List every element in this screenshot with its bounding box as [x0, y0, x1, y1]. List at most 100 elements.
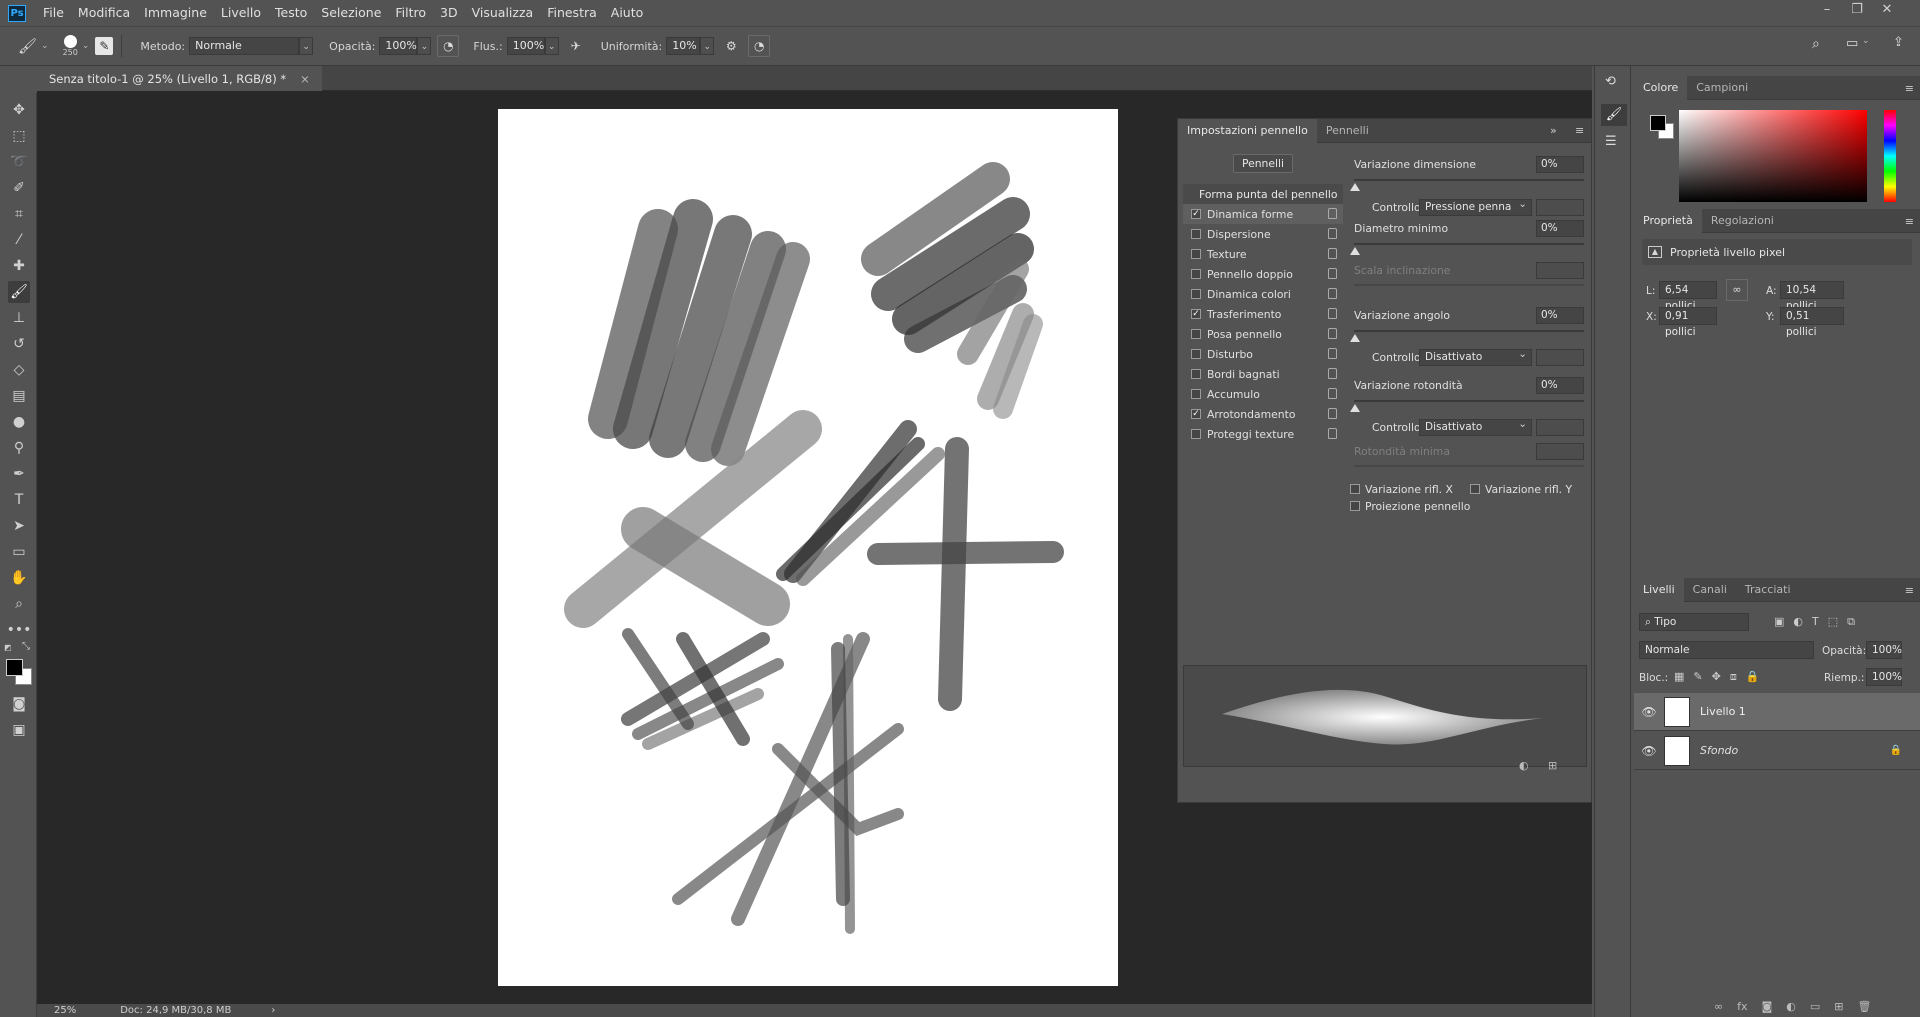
adjustment-layer-icon[interactable]: ◐ [1786, 1000, 1796, 1013]
menu-filtro[interactable]: Filtro [388, 0, 433, 26]
hue-slider[interactable] [1884, 110, 1896, 202]
minimize-icon[interactable]: – [1813, 0, 1841, 20]
group-icon[interactable]: ▭ [1810, 1000, 1820, 1013]
lock-icon[interactable] [1328, 328, 1337, 339]
list-item[interactable]: ✓ Trasferimento [1183, 304, 1343, 324]
lock-icon[interactable] [1328, 428, 1337, 439]
layer-name[interactable]: Sfondo [1700, 744, 1738, 757]
document-canvas[interactable] [498, 109, 1118, 986]
var-dim-input[interactable]: 0% [1536, 156, 1584, 173]
lock-artboard-icon[interactable]: ⧈ [1730, 670, 1737, 684]
menu-immagine[interactable]: Immagine [137, 0, 214, 26]
list-item[interactable]: Dinamica colori [1183, 284, 1343, 304]
slider-handle[interactable] [1350, 247, 1360, 255]
lasso-tool-icon[interactable]: ➰ [8, 151, 30, 173]
metodo-select[interactable]: Normale [189, 37, 300, 55]
tab-canali[interactable]: Canali [1684, 578, 1736, 602]
menu-file[interactable]: File [36, 0, 71, 26]
var-rot-slider[interactable] [1354, 400, 1584, 402]
add-mask-icon[interactable]: ◙ [1762, 1000, 1773, 1013]
flusso-input[interactable]: 100% [506, 37, 545, 55]
controllo-select[interactable]: Disattivato [1419, 417, 1532, 436]
brush-tool-icon[interactable]: 🖌 [18, 37, 37, 55]
opacity-input[interactable]: 100% [1866, 641, 1902, 659]
checkbox[interactable] [1191, 249, 1201, 259]
tab-tracciati[interactable]: Tracciati [1736, 578, 1800, 602]
blur-tool-icon[interactable]: ● [8, 411, 30, 433]
lock-all-icon[interactable]: 🔒 [1746, 670, 1760, 684]
status-arrow-icon[interactable]: › [271, 1005, 275, 1016]
list-item[interactable]: ✓ Arrotondamento [1183, 404, 1343, 424]
lock-icon[interactable] [1328, 388, 1337, 399]
crop-tool-icon[interactable]: ⌗ [8, 203, 30, 225]
eye-icon[interactable]: 👁 [1634, 705, 1664, 719]
more-tools-icon[interactable]: ••• [7, 619, 32, 641]
rifl-x-checkbox[interactable] [1350, 484, 1360, 494]
controllo-select[interactable]: Pressione penna [1419, 197, 1532, 216]
rifl-y-checkbox[interactable] [1470, 484, 1480, 494]
lock-pixels-icon[interactable]: ✎ [1693, 670, 1702, 684]
eyedropper-tool-icon[interactable]: ⁄ [8, 229, 30, 251]
image-filter-icon[interactable]: ▣ [1774, 615, 1784, 629]
path-selection-tool-icon[interactable]: ➤ [8, 515, 30, 537]
tab-livelli[interactable]: Livelli [1634, 577, 1684, 602]
checkbox[interactable] [1191, 369, 1201, 379]
proiezione-checkbox[interactable] [1350, 501, 1360, 511]
type-filter-icon[interactable]: T [1812, 615, 1819, 629]
collapse-icon[interactable]: » [1550, 124, 1557, 137]
controllo-select[interactable]: Disattivato [1419, 347, 1532, 366]
list-item[interactable]: Texture [1183, 244, 1343, 264]
quick-selection-tool-icon[interactable]: ✐ [8, 177, 30, 199]
list-item[interactable]: Bordi bagnati [1183, 364, 1343, 384]
chevron-down-icon[interactable]: ⌄ [544, 37, 559, 55]
brush-panel-toggle-icon[interactable]: ✎ [95, 37, 114, 55]
tab-campioni[interactable]: Campioni [1687, 76, 1757, 100]
list-item[interactable]: Proteggi texture [1183, 424, 1343, 444]
eye-icon[interactable]: 👁 [1634, 744, 1664, 758]
link-icon[interactable]: ∞ [1726, 279, 1748, 301]
stamp-tool-icon[interactable]: ⊥ [8, 307, 30, 329]
lock-icon[interactable] [1328, 308, 1337, 319]
list-item[interactable]: Accumulo [1183, 384, 1343, 404]
list-item[interactable]: Posa pennello [1183, 324, 1343, 344]
menu-3d[interactable]: 3D [433, 0, 465, 26]
panel-menu-icon[interactable]: ≡ [1575, 124, 1584, 137]
uniformita-input[interactable]: 10% [666, 37, 701, 55]
tab-impostazioni-pennello[interactable]: Impostazioni pennello [1178, 118, 1317, 143]
slider-handle[interactable] [1350, 334, 1360, 342]
marquee-tool-icon[interactable]: ⬚ [8, 125, 30, 147]
healing-brush-tool-icon[interactable]: ✚ [8, 255, 30, 277]
checkbox[interactable] [1191, 389, 1201, 399]
gear-icon[interactable]: ⚙ [720, 35, 742, 57]
checkbox[interactable]: ✓ [1191, 309, 1201, 319]
lock-transparent-icon[interactable]: ▦ [1674, 670, 1684, 684]
smart-filter-icon[interactable]: ⧉ [1847, 615, 1855, 629]
shape-filter-icon[interactable]: ⬚ [1828, 615, 1838, 629]
menu-visualizza[interactable]: Visualizza [465, 0, 541, 26]
panel-menu-icon[interactable]: ≡ [1905, 215, 1914, 228]
trash-icon[interactable]: 🗑 [1857, 1000, 1871, 1013]
tab-regolazioni[interactable]: Regolazioni [1702, 209, 1783, 233]
brush-settings-icon[interactable]: 🖌 [1601, 104, 1627, 126]
dodge-tool-icon[interactable]: ⚲ [8, 437, 30, 459]
chevron-down-icon[interactable]: ⌄ [299, 37, 314, 55]
checkbox[interactable] [1191, 329, 1201, 339]
var-rot-input[interactable]: 0% [1536, 377, 1584, 394]
checkbox[interactable] [1191, 429, 1201, 439]
pennelli-button[interactable]: Pennelli [1233, 154, 1293, 173]
var-dim-slider[interactable] [1354, 179, 1584, 181]
lock-icon[interactable] [1328, 408, 1337, 419]
adjustment-filter-icon[interactable]: ◐ [1793, 615, 1803, 629]
fx-icon[interactable]: fx [1737, 1000, 1747, 1013]
history-icon[interactable]: ⟲ [1605, 74, 1616, 89]
var-ang-slider[interactable] [1354, 330, 1584, 332]
chevron-down-icon[interactable]: ⌄ [417, 37, 432, 55]
default-colors-icon[interactable]: ◩ [4, 643, 14, 653]
diam-min-input[interactable]: 0% [1536, 220, 1584, 237]
rectangle-tool-icon[interactable]: ▭ [8, 541, 30, 563]
layer-name[interactable]: Livello 1 [1700, 705, 1746, 718]
screen-mode-icon[interactable]: ▣ [8, 719, 30, 741]
hand-tool-icon[interactable]: ✋ [8, 567, 30, 589]
lock-icon[interactable] [1328, 268, 1337, 279]
checkbox[interactable]: ✓ [1191, 409, 1201, 419]
